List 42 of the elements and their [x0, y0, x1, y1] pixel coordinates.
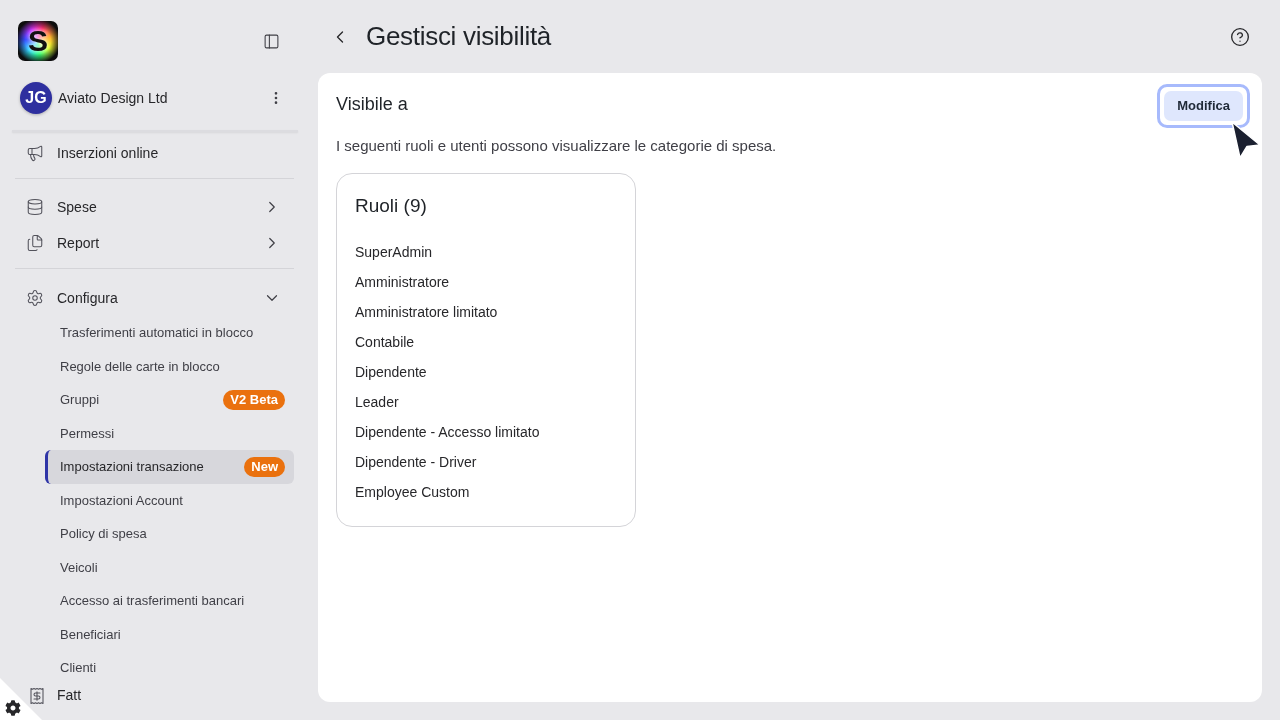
- sidebar-subitem[interactable]: Regole delle carte in blocco: [45, 349, 294, 383]
- role-item: Dipendente - Driver: [355, 452, 478, 472]
- settings-icon[interactable]: [0, 678, 42, 720]
- role-item: Amministratore limitato: [355, 302, 499, 322]
- role-item: Amministratore: [355, 272, 451, 292]
- role-item: Dipendente: [355, 362, 428, 382]
- sidebar-subitem[interactable]: Gruppi V2 Beta: [45, 383, 294, 417]
- database-icon: [26, 198, 44, 216]
- sidebar-subitem[interactable]: Impostazioni transazione New: [45, 450, 294, 484]
- badge: V2 Beta: [223, 389, 285, 410]
- role-item: Contabile: [355, 332, 416, 352]
- card-title: Ruoli (9): [355, 193, 428, 218]
- sidebar-subitem[interactable]: Accesso ai trasferimenti bancari: [45, 584, 294, 618]
- sidebar-item[interactable]: Spese: [15, 189, 294, 225]
- help-icon[interactable]: [1230, 26, 1250, 47]
- sidebar-subitem[interactable]: Permessi: [45, 416, 294, 450]
- sidebar-item[interactable]: Configura: [15, 280, 294, 316]
- sidebar-subitem[interactable]: Trasferimenti automatici in blocco: [45, 316, 294, 350]
- sidebar-item[interactable]: Report: [15, 225, 294, 261]
- sidebar-item[interactable]: Fatt: [28, 685, 294, 706]
- account-name: Aviato Design Ltd: [58, 88, 169, 108]
- documents-icon: [26, 234, 44, 252]
- page-title: Gestisci visibilità: [366, 20, 551, 53]
- role-item: Leader: [355, 392, 400, 412]
- edit-button[interactable]: Modifica: [1164, 91, 1243, 121]
- gear-icon: [26, 289, 44, 307]
- role-item: Employee Custom: [355, 482, 471, 502]
- description: I seguenti ruoli e utenti possono visualizzare le categorie di spesa.: [336, 136, 778, 156]
- receipt-icon: [28, 686, 46, 705]
- role-item: SuperAdmin: [355, 242, 434, 262]
- badge: New: [244, 456, 285, 477]
- sidebar-subitem[interactable]: Policy di spesa: [45, 517, 294, 551]
- role-item: Dipendente - Accesso limitato: [355, 422, 541, 442]
- sidebar-subitem[interactable]: Impostazioni Account: [45, 483, 294, 517]
- sidebar-item[interactable]: Inserzioni online: [15, 135, 294, 171]
- sidebar-subitem[interactable]: Clienti: [45, 651, 294, 685]
- sidebar-subitem[interactable]: Veicoli: [45, 550, 294, 584]
- avatar: JG: [20, 82, 52, 114]
- megaphone-icon: [26, 144, 44, 162]
- sidebar-subitem[interactable]: Beneficiari: [45, 617, 294, 651]
- section-title: Visibile a: [336, 92, 408, 116]
- sidebar-toggle-icon[interactable]: [263, 32, 280, 50]
